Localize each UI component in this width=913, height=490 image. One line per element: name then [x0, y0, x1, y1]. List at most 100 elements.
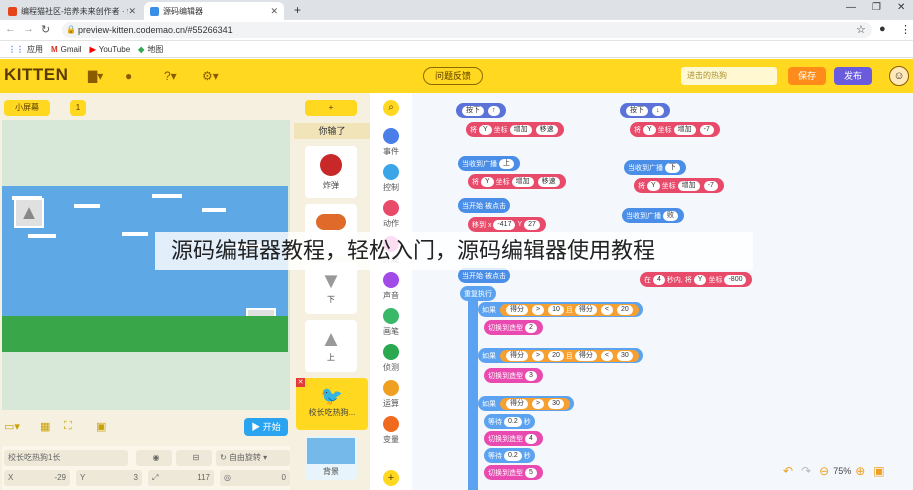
forward-icon[interactable]: →: [23, 23, 34, 35]
back-icon[interactable]: ←: [5, 23, 16, 35]
undo-icon[interactable]: ↶: [783, 464, 793, 478]
rotation-select[interactable]: ↻ 自由旋转 ▾: [216, 450, 290, 466]
condition-and-1[interactable]: 得分 >10 且得分 <20: [500, 303, 639, 316]
bookmark-gmail[interactable]: M Gmail: [51, 45, 82, 54]
block-change-y-speed[interactable]: 将 Y 坐标 增加 移速: [466, 122, 564, 137]
gmail-icon: M: [51, 44, 58, 54]
category-variables[interactable]: 变量: [374, 416, 408, 445]
kitten-logo: KITTEN: [4, 65, 69, 84]
sprite-name-field[interactable]: 校长吃热狗1长: [4, 450, 128, 466]
up-arrow-icon: ▲: [320, 326, 342, 351]
category-events[interactable]: 事件: [374, 128, 408, 157]
publish-button[interactable]: 发布: [834, 67, 872, 85]
add-actor-button[interactable]: +: [305, 100, 357, 116]
block-if-2[interactable]: 如果 得分 >20 且得分 <30: [478, 348, 643, 363]
actor-bomb[interactable]: 炸弹: [305, 146, 357, 198]
actor-up[interactable]: ▲ 上: [305, 320, 357, 372]
y-field[interactable]: Y3: [76, 470, 142, 486]
add-extension-icon[interactable]: +: [374, 470, 408, 488]
url-field[interactable]: 🔒 preview-kitten.codemao.cn/#55266341: [62, 22, 872, 38]
browser-tab-codemao[interactable]: 编程猫社区-培养未来创作者 · 创 ✕: [2, 2, 142, 20]
size-field[interactable]: ⤢ 117: [148, 470, 214, 486]
block-broadcast-lose[interactable]: 当收到广播败: [622, 208, 684, 223]
block-on-start[interactable]: 当开始 被点击: [458, 198, 510, 213]
star-icon[interactable]: ☆: [856, 23, 866, 36]
block-change-y-neg7-2[interactable]: 将 Y 坐标 增加 -7: [634, 178, 724, 193]
screenshot-icon[interactable]: ▭▾: [4, 420, 20, 433]
zoom-out-icon[interactable]: ⊖: [819, 464, 829, 478]
category-pen[interactable]: 画笔: [374, 308, 408, 337]
zoom-in-icon[interactable]: ⊕: [855, 464, 865, 478]
block-key-press-up[interactable]: 按下 ↑: [456, 103, 506, 118]
block-repeat-forever[interactable]: 重复执行: [460, 286, 496, 301]
up-arrow-sprite[interactable]: ▲: [14, 198, 44, 228]
bookmark-youtube[interactable]: ▶ YouTube: [90, 45, 131, 54]
maximize-icon[interactable]: ❐: [872, 2, 881, 13]
project-name-input[interactable]: 进击的热狗: [681, 67, 777, 85]
actor-group-title: 你输了: [294, 123, 370, 139]
category-motion[interactable]: 动作: [374, 200, 408, 229]
settings-icon[interactable]: ⚙▾: [202, 69, 219, 83]
category-control[interactable]: 控制: [374, 164, 408, 193]
minimize-icon[interactable]: —: [846, 2, 856, 13]
menu-icon[interactable]: ⋮: [900, 23, 911, 36]
close-icon[interactable]: ✕: [128, 6, 136, 17]
new-tab-icon[interactable]: +: [294, 3, 301, 17]
browser-tab-editor[interactable]: 源码编辑器 ✕: [144, 2, 284, 20]
bookmark-apps[interactable]: ⋮⋮ 应用: [8, 44, 43, 55]
notes-icon[interactable]: ▣: [96, 420, 106, 433]
block-wait-2[interactable]: 等待 0.2 秒: [484, 448, 535, 463]
block-broadcast-down[interactable]: 当收到广播下: [624, 160, 686, 175]
block-on-start-2[interactable]: 当开始 被点击: [458, 268, 510, 283]
block-change-y-speed-2[interactable]: 将 Y 坐标 增加 移速: [468, 174, 566, 189]
block-switch-costume-3[interactable]: 切换到造型 3: [484, 368, 543, 383]
feedback-button[interactable]: 问题反馈: [423, 67, 483, 85]
small-screen-button[interactable]: 小屏幕: [4, 100, 50, 116]
delete-actor-icon[interactable]: ✕: [296, 378, 305, 387]
block-move-to[interactable]: 移到 x -417 Y 27: [468, 217, 546, 232]
start-button[interactable]: ▶ 开始: [244, 418, 288, 436]
grid-icon[interactable]: ▦: [40, 420, 50, 433]
condition-and-2[interactable]: 得分 >20 且得分 <30: [500, 349, 639, 362]
page-number[interactable]: 1: [70, 100, 86, 116]
block-glide[interactable]: 在 4 秒内, 将 Y 坐标 -800: [640, 272, 753, 287]
block-switch-costume-4[interactable]: 切换到造型 4: [484, 431, 543, 446]
bookmark-maps[interactable]: ◆ 地图: [138, 44, 163, 55]
actor-background[interactable]: 背景: [305, 436, 357, 480]
category-sensing[interactable]: 侦测: [374, 344, 408, 373]
fullscreen-icon[interactable]: ⛶: [64, 420, 72, 433]
x-field[interactable]: X -29: [4, 470, 70, 486]
redo-icon[interactable]: ↷: [801, 464, 811, 478]
category-sound[interactable]: 声音: [374, 272, 408, 301]
block-change-y-neg7[interactable]: 将 Y 坐标 增加 -7: [630, 122, 720, 137]
block-switch-costume-2[interactable]: 切换到造型 2: [484, 320, 543, 335]
profile-icon[interactable]: ●: [879, 23, 886, 35]
block-switch-costume-5[interactable]: 切换到造型 5: [484, 465, 543, 480]
search-blocks-icon[interactable]: ⌕: [374, 100, 408, 118]
events-icon: [383, 128, 399, 144]
hotdog-icon: [316, 214, 346, 230]
block-key-press-down[interactable]: 按下 ↓: [620, 103, 670, 118]
save-button[interactable]: 保存: [788, 67, 826, 85]
app-header: KITTEN ▇▾ ● ?▾ ⚙▾ 问题反馈 进击的热狗 保存 发布 ☺: [0, 59, 913, 93]
avatar[interactable]: ☺: [889, 66, 909, 86]
course-icon[interactable]: ●: [125, 69, 132, 83]
window-close-icon[interactable]: ✕: [897, 2, 905, 13]
lock-sprite-icon[interactable]: ⊟: [176, 450, 212, 466]
help-icon[interactable]: ?▾: [164, 69, 177, 83]
bomb-icon: [320, 154, 342, 176]
zoom-controls: ↶ ↷ ⊖ 75% ⊕ ▣: [783, 460, 913, 482]
condition-gt-30[interactable]: 得分 >30: [500, 397, 570, 410]
trash-icon[interactable]: ▣: [873, 464, 884, 478]
visibility-icon[interactable]: ◉: [136, 450, 172, 466]
block-broadcast-up[interactable]: 当收到广播上: [458, 156, 520, 171]
direction-field[interactable]: ◎ 0: [220, 470, 290, 486]
block-if-3[interactable]: 如果 得分 >30: [478, 396, 574, 411]
reload-icon[interactable]: ↻: [41, 23, 50, 36]
actor-principal-selected[interactable]: ✕ 🐦 校长吃热狗...: [296, 378, 368, 430]
folder-icon[interactable]: ▇▾: [88, 69, 103, 83]
category-operators[interactable]: 运算: [374, 380, 408, 409]
block-if-1[interactable]: 如果 得分 >10 且得分 <20: [478, 302, 643, 317]
block-wait-1[interactable]: 等待 0.2 秒: [484, 414, 535, 429]
close-icon[interactable]: ✕: [270, 6, 278, 17]
